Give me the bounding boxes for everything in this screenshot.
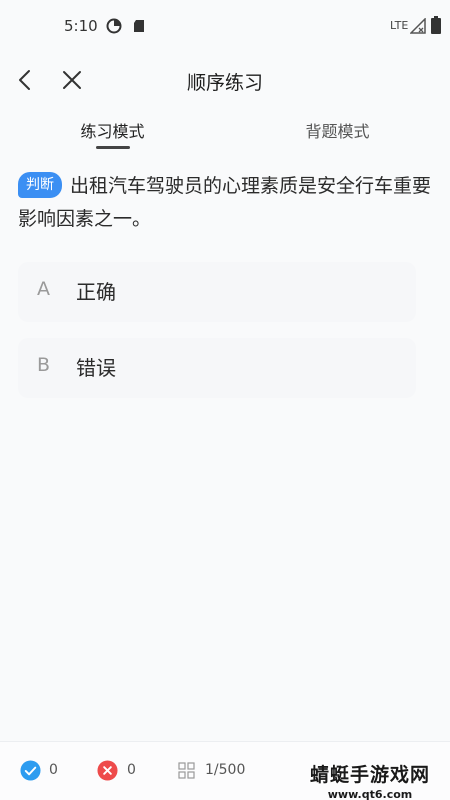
- status-time: 5:10: [64, 17, 98, 35]
- tab-memorize-mode[interactable]: 背题模式: [225, 118, 450, 142]
- status-bar: 5:10 LTE: [0, 0, 450, 52]
- site-watermark: 蜻蜓手游戏网 www.qt6.com: [300, 760, 440, 800]
- page-title: 顺序练习: [186, 72, 263, 94]
- option-letter: A: [37, 278, 50, 300]
- active-tab-indicator: [96, 146, 130, 149]
- option-text: 错误: [76, 356, 116, 380]
- question-type-badge: 判断: [18, 172, 62, 198]
- question-text: 出租汽车驾驶员的心理素质是安全行车重要影响因素之一。: [18, 175, 432, 230]
- option-b[interactable]: B 错误: [18, 338, 416, 398]
- watermark-title: 蜻蜓手游戏网: [309, 764, 430, 786]
- top-bar: 顺序练习: [0, 52, 450, 108]
- sd-card-icon: [134, 20, 144, 32]
- signal-icon: [410, 18, 426, 34]
- tab-practice-mode[interactable]: 练习模式: [0, 118, 225, 142]
- network-type: LTE: [390, 19, 409, 32]
- cross-circle-icon: [97, 760, 118, 781]
- mode-tabs: 练习模式 背题模式: [0, 110, 450, 154]
- correct-count: 0: [49, 762, 58, 778]
- battery-icon: [431, 16, 441, 34]
- option-a[interactable]: A 正确: [18, 262, 416, 322]
- grid-icon[interactable]: [178, 762, 195, 779]
- wrong-count: 0: [127, 762, 136, 778]
- question-stem: 判断 出租汽车驾驶员的心理素质是安全行车重要影响因素之一。: [18, 170, 438, 236]
- app-screen: 5:10 LTE 顺序练习 练习模式 背题模式 判断 出租汽车驾驶员的心理素质是…: [0, 0, 450, 800]
- question-progress[interactable]: 1/500: [205, 762, 245, 778]
- data-saver-icon: [106, 18, 122, 34]
- check-circle-icon: [20, 760, 41, 781]
- watermark-url: www.qt6.com: [327, 788, 413, 800]
- option-letter: B: [37, 354, 51, 376]
- option-text: 正确: [76, 280, 116, 304]
